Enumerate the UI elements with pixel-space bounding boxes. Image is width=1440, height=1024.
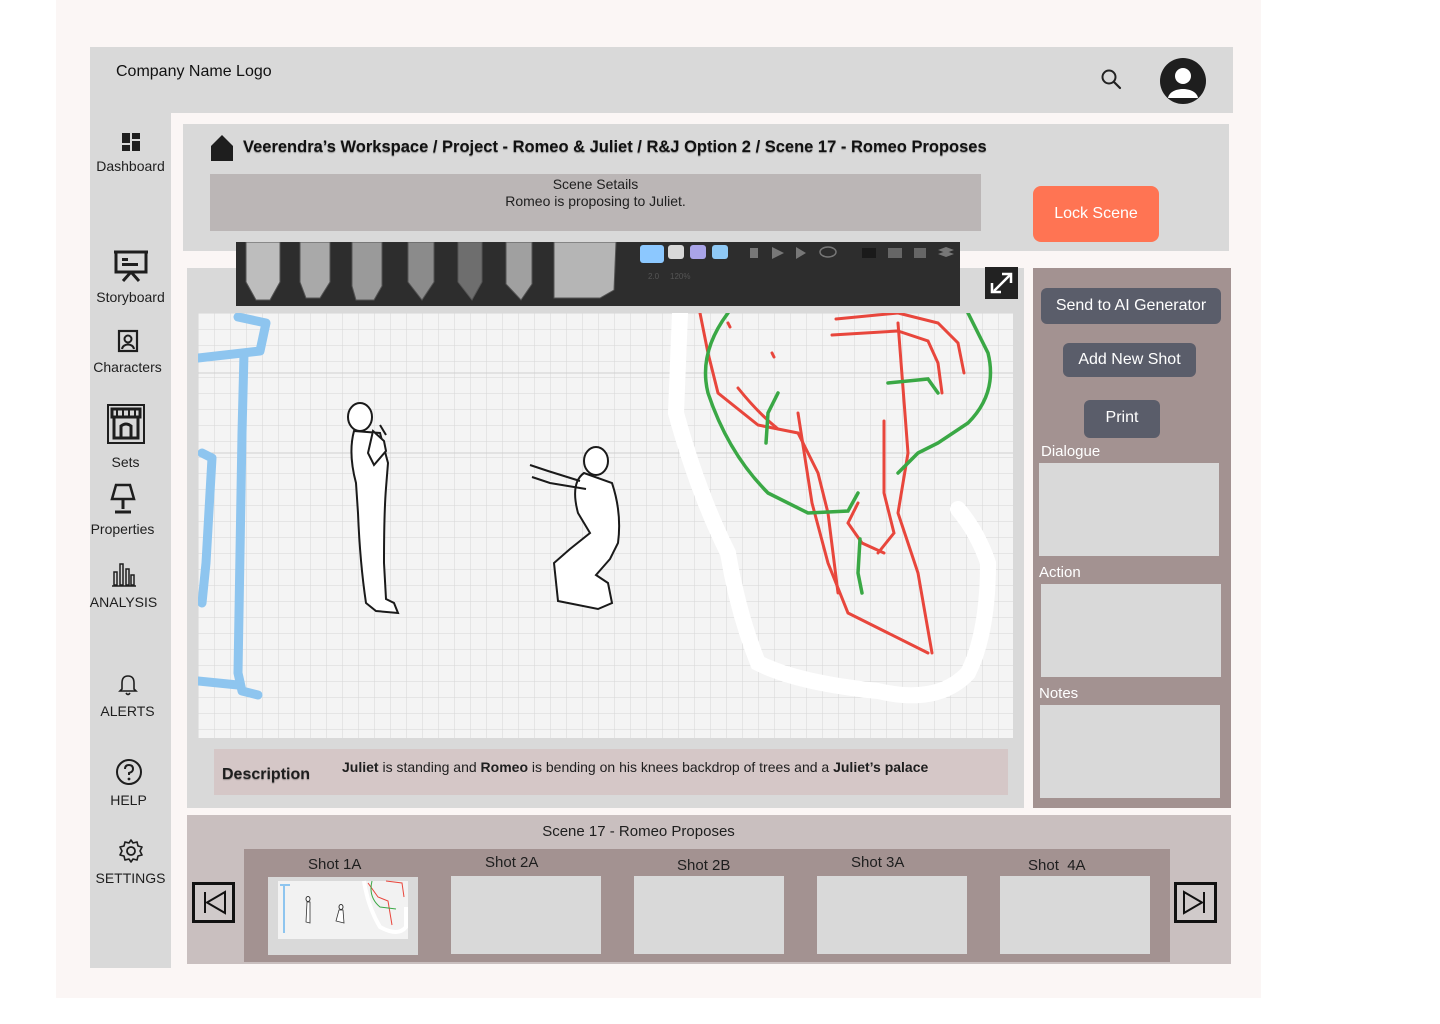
skip-previous-icon: [204, 890, 226, 915]
shot-label: Shot 2A: [485, 854, 539, 871]
bar-chart-icon: [111, 563, 136, 587]
color-swatch[interactable]: [668, 245, 684, 259]
sidebar-item-dashboard[interactable]: Dashboard: [90, 132, 171, 174]
portrait-icon: [117, 329, 138, 353]
send-to-ai-generator-button[interactable]: Send to AI Generator: [1041, 288, 1221, 324]
zoom-readout: 120%: [670, 272, 691, 281]
shots-title: Scene 17 - Romeo Proposes: [542, 823, 735, 840]
sidebar-item-characters[interactable]: Characters: [87, 329, 168, 375]
description-text: Juliet is standing and Romeo is bending …: [342, 759, 928, 775]
sidebar-item-label: SETTINGS: [95, 870, 166, 886]
lasso-icon: [819, 246, 837, 258]
presentation-board-icon: [113, 250, 148, 282]
dashboard-icon: [121, 133, 140, 151]
sidebar-item-label: Dashboard: [96, 158, 165, 174]
scene-header: Veerendra’s Workspace / Project - Romeo …: [183, 124, 1229, 251]
gear-icon: [118, 839, 143, 863]
description-segment: Juliet’s palace: [833, 759, 929, 775]
storyboard-canvas[interactable]: [198, 313, 1013, 738]
bell-icon: [117, 675, 138, 696]
dialogue-label: Dialogue: [1041, 443, 1101, 460]
expand-icon: [990, 272, 1013, 294]
sidebar-item-label: Storyboard: [96, 289, 165, 305]
add-new-shot-button[interactable]: Add New Shot: [1063, 343, 1196, 377]
sidebar-item-alerts[interactable]: ALERTS: [87, 673, 168, 719]
description-segment: is bending on his knees backdrop of tree…: [528, 759, 834, 775]
skip-next-icon: [1183, 890, 1205, 915]
shot-label: Shot 2B: [677, 857, 731, 874]
toolbar-action-icons[interactable]: [746, 244, 956, 264]
add-layer-icon: [772, 247, 784, 259]
description-label: Description: [222, 766, 311, 783]
shot-thumbnail[interactable]: [451, 876, 601, 954]
shot-thumbnail-preview: [278, 880, 408, 939]
lock-scene-button[interactable]: Lock Scene: [1033, 186, 1159, 242]
print-button[interactable]: Print: [1084, 400, 1160, 438]
shot-label: Shot 1A: [308, 856, 362, 873]
sidebar-item-settings[interactable]: SETTINGS: [90, 838, 171, 886]
sidebar-item-label: HELP: [110, 792, 147, 808]
previous-shot-button[interactable]: [192, 882, 235, 923]
sketch-artwork: [198, 313, 1013, 738]
company-logo[interactable]: Company Name Logo: [116, 63, 272, 81]
sidebar-item-analysis[interactable]: ANALYSIS: [83, 562, 164, 610]
scene-details-text: Romeo is proposing to Juliet.: [505, 193, 686, 209]
brush-size-readout: 2.0: [648, 272, 660, 281]
sidebar-item-properties[interactable]: Properties: [82, 483, 163, 537]
shot-thumbnail[interactable]: [268, 877, 418, 955]
sidebar-item-label: Characters: [93, 359, 162, 375]
help-circle-icon: [115, 759, 142, 785]
breadcrumb[interactable]: Veerendra’s Workspace / Project - Romeo …: [243, 138, 987, 157]
shot-thumbnail[interactable]: [1000, 876, 1150, 954]
top-bar: Company Name Logo: [90, 47, 1233, 113]
color-swatch[interactable]: [690, 245, 706, 259]
color-swatch[interactable]: [640, 245, 664, 263]
expand-button[interactable]: [985, 267, 1018, 299]
storefront-icon: [106, 404, 145, 444]
user-avatar[interactable]: [1160, 58, 1206, 104]
user-icon: [1168, 68, 1198, 98]
shot-thumbnail[interactable]: [634, 876, 784, 954]
shots-strip: Scene 17 - Romeo Proposes Shot 1A Shot 2…: [187, 815, 1231, 964]
search-icon[interactable]: [1099, 67, 1123, 91]
shot-label: Shot 4A: [1028, 857, 1086, 874]
description-segment: Romeo: [480, 759, 528, 775]
description-segment: is standing and: [378, 759, 481, 775]
sidebar-item-label: ALERTS: [100, 703, 155, 719]
drawing-toolbar: 2.0 120%: [236, 241, 960, 306]
home-icon[interactable]: [210, 134, 234, 162]
sidebar-item-label: Sets: [111, 454, 140, 470]
scene-details-title: Scene Setails: [552, 176, 639, 192]
sidebar: Dashboard Storyboard Characters Sets Pro…: [90, 113, 171, 968]
shot-tools-panel: Send to AI Generator Add New Shot Print …: [1033, 268, 1231, 808]
sidebar-item-help[interactable]: HELP: [88, 758, 169, 808]
trash-icon: [750, 248, 758, 258]
action-field[interactable]: [1041, 584, 1221, 677]
sidebar-item-storyboard[interactable]: Storyboard: [90, 249, 171, 305]
shots-list: Shot 1A Shot 2A Shot 2B Shot 3A Shot 4A: [244, 849, 1170, 962]
color-swatch[interactable]: [712, 245, 728, 259]
description-bar: Description Juliet is standing and Romeo…: [214, 749, 1008, 795]
sidebar-item-label: Properties: [90, 521, 155, 537]
lamp-icon: [109, 483, 136, 514]
description-segment: Juliet: [342, 759, 379, 775]
notes-label: Notes: [1039, 685, 1079, 702]
layer-icon: [796, 247, 806, 259]
sidebar-item-sets[interactable]: Sets: [85, 404, 166, 470]
shot-label: Shot 3A: [851, 854, 905, 871]
dialogue-field[interactable]: [1039, 463, 1219, 556]
next-shot-button[interactable]: [1174, 882, 1217, 923]
action-label: Action: [1039, 564, 1081, 581]
notes-field[interactable]: [1040, 705, 1220, 798]
scene-details: Scene Setails Romeo is proposing to Juli…: [210, 174, 981, 231]
sidebar-item-label: ANALYSIS: [89, 594, 158, 610]
shot-thumbnail[interactable]: [817, 876, 967, 954]
